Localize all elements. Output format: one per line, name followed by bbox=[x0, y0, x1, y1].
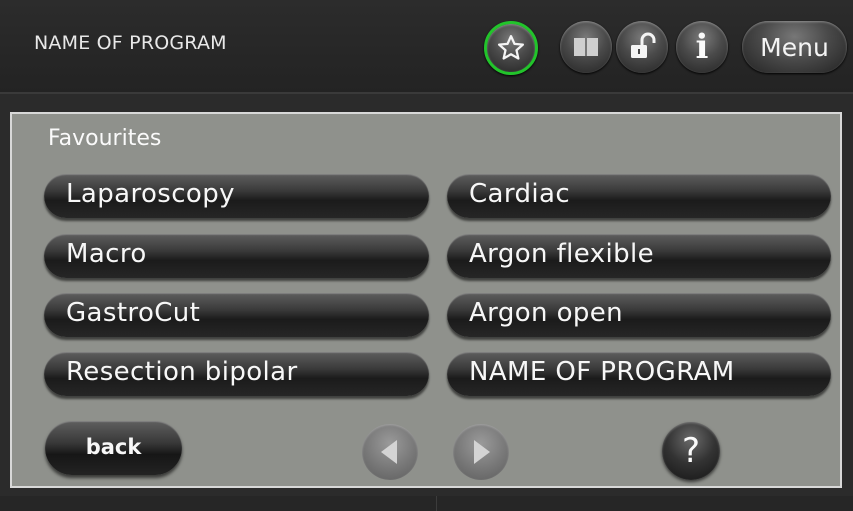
lock-button[interactable] bbox=[616, 21, 668, 73]
program-button-gastrocut[interactable]: GastroCut bbox=[44, 293, 429, 337]
program-button-cardiac[interactable]: Cardiac bbox=[447, 174, 831, 218]
star-icon bbox=[498, 35, 524, 60]
screen: NAME OF PROGRAM i Menu Favourites Laparo… bbox=[0, 0, 853, 511]
info-icon: i bbox=[695, 27, 709, 67]
help-button[interactable]: ? bbox=[662, 422, 720, 480]
book-icon bbox=[574, 38, 598, 56]
program-button-name-of-program[interactable]: NAME OF PROGRAM bbox=[447, 352, 831, 396]
bottom-strip bbox=[0, 496, 853, 511]
program-button-argon-open[interactable]: Argon open bbox=[447, 293, 831, 337]
manual-button[interactable] bbox=[560, 21, 612, 73]
arrow-right-icon bbox=[474, 440, 490, 464]
arrow-left-icon bbox=[381, 440, 397, 464]
header-bar: NAME OF PROGRAM i Menu bbox=[0, 0, 853, 94]
next-page-button[interactable] bbox=[453, 424, 509, 480]
program-name: NAME OF PROGRAM bbox=[34, 32, 227, 54]
menu-button[interactable]: Menu bbox=[742, 21, 847, 73]
program-button-laparoscopy[interactable]: Laparoscopy bbox=[44, 174, 429, 218]
info-button[interactable]: i bbox=[676, 21, 728, 73]
previous-page-button[interactable] bbox=[362, 424, 418, 480]
unlock-icon bbox=[631, 32, 656, 58]
program-button-macro[interactable]: Macro bbox=[44, 234, 429, 278]
back-button[interactable]: back bbox=[45, 421, 182, 475]
program-button-resection-bipolar[interactable]: Resection bipolar bbox=[44, 352, 429, 396]
favourites-button[interactable] bbox=[484, 21, 538, 75]
bottom-divider bbox=[436, 496, 437, 511]
panel-title: Favourites bbox=[48, 126, 162, 151]
program-button-argon-flexible[interactable]: Argon flexible bbox=[447, 234, 831, 278]
favourites-panel: Favourites Laparoscopy Macro GastroCut R… bbox=[10, 112, 842, 488]
